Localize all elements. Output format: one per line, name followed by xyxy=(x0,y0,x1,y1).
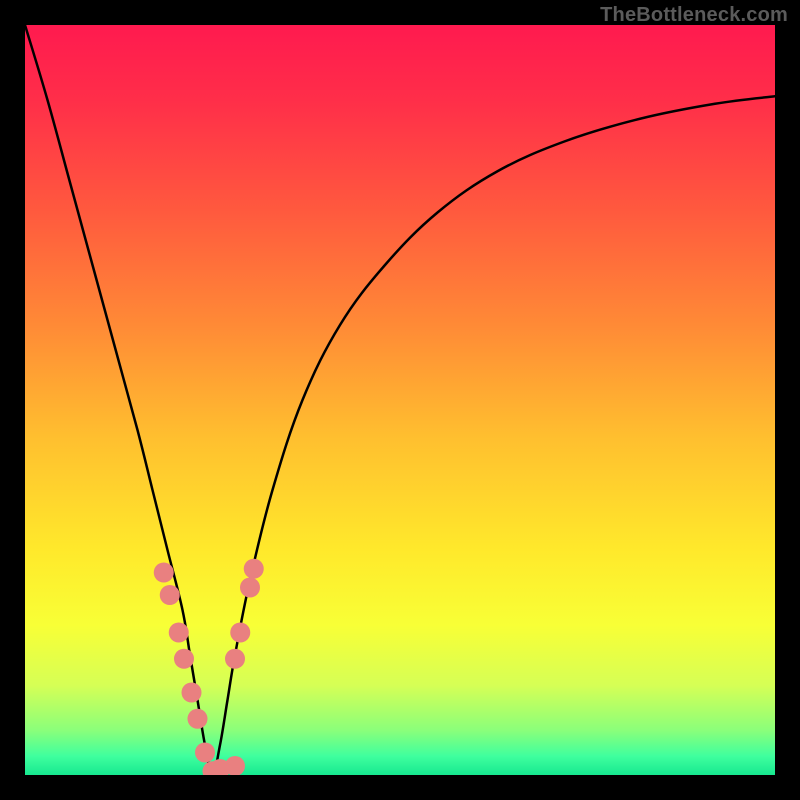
marker-layer xyxy=(154,559,264,775)
data-marker xyxy=(188,709,208,729)
data-marker xyxy=(240,578,260,598)
data-marker xyxy=(174,649,194,669)
plot-area xyxy=(25,25,775,775)
data-marker xyxy=(182,683,202,703)
data-marker xyxy=(154,563,174,583)
data-marker xyxy=(244,559,264,579)
data-marker xyxy=(195,743,215,763)
data-marker xyxy=(169,623,189,643)
data-marker xyxy=(225,649,245,669)
chart-svg xyxy=(25,25,775,775)
data-marker xyxy=(225,756,245,775)
chart-frame: TheBottleneck.com xyxy=(0,0,800,800)
data-marker xyxy=(230,623,250,643)
bottleneck-curve xyxy=(25,25,775,775)
data-marker xyxy=(160,585,180,605)
watermark-text: TheBottleneck.com xyxy=(600,4,788,27)
